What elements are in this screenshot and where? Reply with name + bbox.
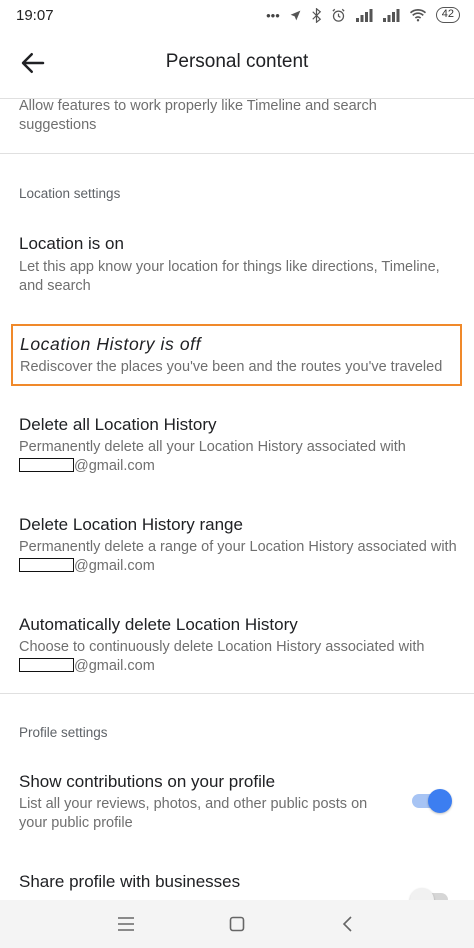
redacted-email [19, 558, 74, 572]
redacted-email [19, 458, 74, 472]
profile-settings-header: Profile settings [19, 725, 108, 740]
toggle-thumb [410, 888, 434, 900]
location-history-item[interactable]: Location History is off Rediscover the p… [0, 324, 474, 386]
location-history-desc: Rediscover the places you've been and th… [20, 359, 443, 375]
auto-delete-title: Automatically delete Location History [19, 615, 298, 634]
arrow-back-icon[interactable] [18, 48, 48, 78]
share-profile-title: Share profile with businesses [19, 872, 241, 891]
auto-delete-item[interactable]: Automatically delete Location History Ch… [0, 607, 474, 677]
bluetooth-icon [312, 7, 321, 23]
status-time: 19:07 [16, 6, 54, 24]
partial-setting-item[interactable]: Allow features to work properly like Tim… [0, 92, 474, 152]
auto-delete-desc-text: Choose to continuously delete Location H… [19, 639, 425, 655]
alarm-indicator-icon: ••• [266, 7, 280, 23]
delete-range-desc: Permanently delete a range of your Locat… [19, 538, 459, 576]
show-contributions-toggle[interactable] [410, 789, 452, 813]
delete-range-desc-text: Permanently delete a range of your Locat… [19, 539, 457, 555]
home-square-icon [229, 916, 245, 932]
location-settings-header: Location settings [19, 186, 121, 201]
share-profile-item[interactable]: Share profile with businesses [0, 864, 474, 900]
location-on-title: Location is on [19, 234, 124, 253]
location-history-title: Location History is off [20, 334, 202, 354]
app-bar: Personal content [0, 32, 474, 92]
divider [0, 153, 474, 154]
page-title: Personal content [165, 51, 309, 72]
status-icons: ••• 42 [266, 7, 460, 23]
alarm-clock-icon [332, 8, 345, 22]
email-suffix: @gmail.com [74, 558, 155, 574]
menu-icon [117, 917, 134, 931]
delete-range-item[interactable]: Delete Location History range Permanentl… [0, 507, 474, 577]
divider [0, 693, 474, 694]
show-contributions-desc: List all your reviews, photos, and other… [19, 796, 368, 831]
location-toggle-item[interactable]: Location is on Let this app know your lo… [0, 226, 474, 296]
email-suffix: @gmail.com [74, 458, 155, 474]
home-button[interactable] [217, 904, 257, 944]
redacted-email [19, 658, 74, 672]
delete-range-title: Delete Location History range [19, 515, 243, 534]
delete-all-history-item[interactable]: Delete all Location History Permanently … [0, 407, 474, 477]
back-button[interactable] [328, 904, 368, 944]
settings-list[interactable]: Allow features to work properly like Tim… [0, 92, 474, 900]
location-arrow-icon [290, 10, 301, 20]
menu-button[interactable] [106, 904, 146, 944]
battery-icon: 42 [435, 7, 460, 23]
signal-icon [355, 9, 373, 22]
signal-icon-2 [382, 9, 400, 22]
toggle-thumb [428, 789, 452, 813]
show-contributions-title: Show contributions on your profile [19, 772, 276, 791]
partial-setting-desc: Allow features to work properly like Tim… [19, 98, 377, 133]
show-contributions-item[interactable]: Show contributions on your profile List … [0, 764, 474, 834]
email-suffix: @gmail.com [74, 658, 155, 674]
back-chevron-icon [343, 916, 352, 932]
share-profile-toggle[interactable] [410, 888, 452, 900]
location-on-desc: Let this app know your location for thin… [19, 259, 440, 294]
status-bar: 19:07 ••• 42 [0, 0, 474, 30]
wifi-icon [409, 9, 426, 22]
system-nav-bar [0, 900, 474, 948]
auto-delete-desc: Choose to continuously delete Location H… [19, 638, 459, 676]
delete-all-desc-text: Permanently delete all your Location His… [19, 439, 406, 455]
delete-all-title: Delete all Location History [19, 415, 217, 434]
delete-all-desc: Permanently delete all your Location His… [19, 438, 459, 476]
